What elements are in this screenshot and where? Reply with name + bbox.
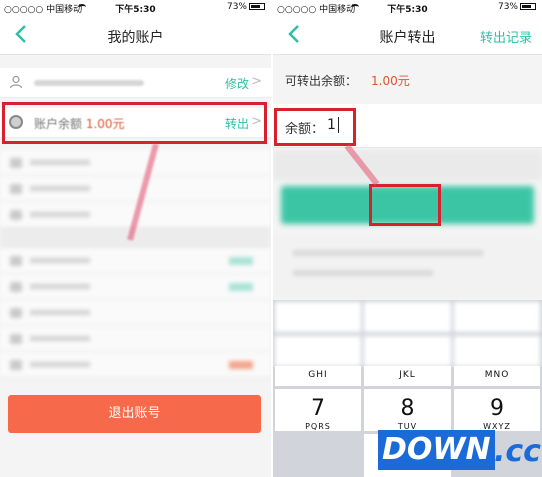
list-item: [0, 274, 271, 300]
blurred-hint: [273, 150, 542, 180]
status-bar: ○○○○○ 中国移动 下午5:30 73%: [0, 0, 271, 15]
highlight-box-confirm: [369, 184, 441, 226]
key-5-row-lower[interactable]: JKL: [364, 366, 451, 386]
status-bar: ○○○○○ 中国移动 下午5:30 73%: [273, 0, 542, 15]
status-right: 73%: [227, 2, 265, 12]
withdraw-history-link[interactable]: 转出记录: [480, 27, 532, 46]
my-account-screen: ○○○○○ 中国移动 下午5:30 73% 我的账户 修改 > 账户余额 1.0…: [0, 0, 271, 477]
key-blank: [275, 434, 361, 477]
arrow-hint-icon: [344, 144, 380, 186]
withdraw-screen: ○○○○○ 中国移动 下午5:30 73% 账户转出 转出记录 可转出余额： 1…: [273, 0, 542, 477]
key-8[interactable]: 8 TUV: [364, 389, 451, 431]
battery-percent: 73%: [226, 2, 247, 12]
profile-row[interactable]: 修改 >: [0, 68, 271, 98]
list-item: [0, 248, 271, 274]
watermark-suffix: .cc: [494, 434, 541, 469]
screenshot-composite: ○○○○○ 中国移动 下午5:30 73% 我的账户 修改 > 账户余额 1.0…: [0, 0, 542, 477]
watermark-brand: DOWN: [378, 430, 495, 470]
logout-button[interactable]: 退出账号: [8, 395, 261, 433]
list-item: [0, 352, 271, 378]
list-item: [0, 300, 271, 326]
battery-percent: 73%: [497, 2, 518, 12]
battery-icon: [249, 3, 265, 10]
key-6-row-lower[interactable]: MNO: [454, 366, 540, 386]
blurred-keys: [273, 300, 542, 366]
chevron-right-icon: >: [251, 74, 262, 89]
available-label: 可转出余额：: [285, 74, 358, 88]
highlight-box-balance: [2, 102, 267, 144]
nav-bar: 我的账户: [0, 15, 271, 55]
status-right: 73%: [498, 2, 536, 12]
edit-link[interactable]: 修改: [225, 75, 249, 92]
watermark-logo: DOWN .cc: [378, 430, 541, 474]
battery-icon: [520, 3, 536, 10]
page-title: 我的账户: [107, 30, 164, 46]
key-9[interactable]: 9 WXYZ: [454, 389, 540, 431]
blurred-notes: [273, 236, 542, 300]
available-balance: 可转出余额： 1.00元: [273, 56, 542, 102]
blurred-account-id: [34, 80, 144, 86]
nav-bar: 账户转出 转出记录: [273, 15, 542, 55]
user-icon: [9, 75, 23, 89]
available-value: 1.00元: [371, 74, 410, 88]
key-6-row-lower[interactable]: GHI: [275, 366, 361, 386]
list-item: [0, 326, 271, 352]
key-7[interactable]: 7 PQRS: [275, 389, 361, 431]
arrow-hint-icon: [127, 143, 159, 241]
